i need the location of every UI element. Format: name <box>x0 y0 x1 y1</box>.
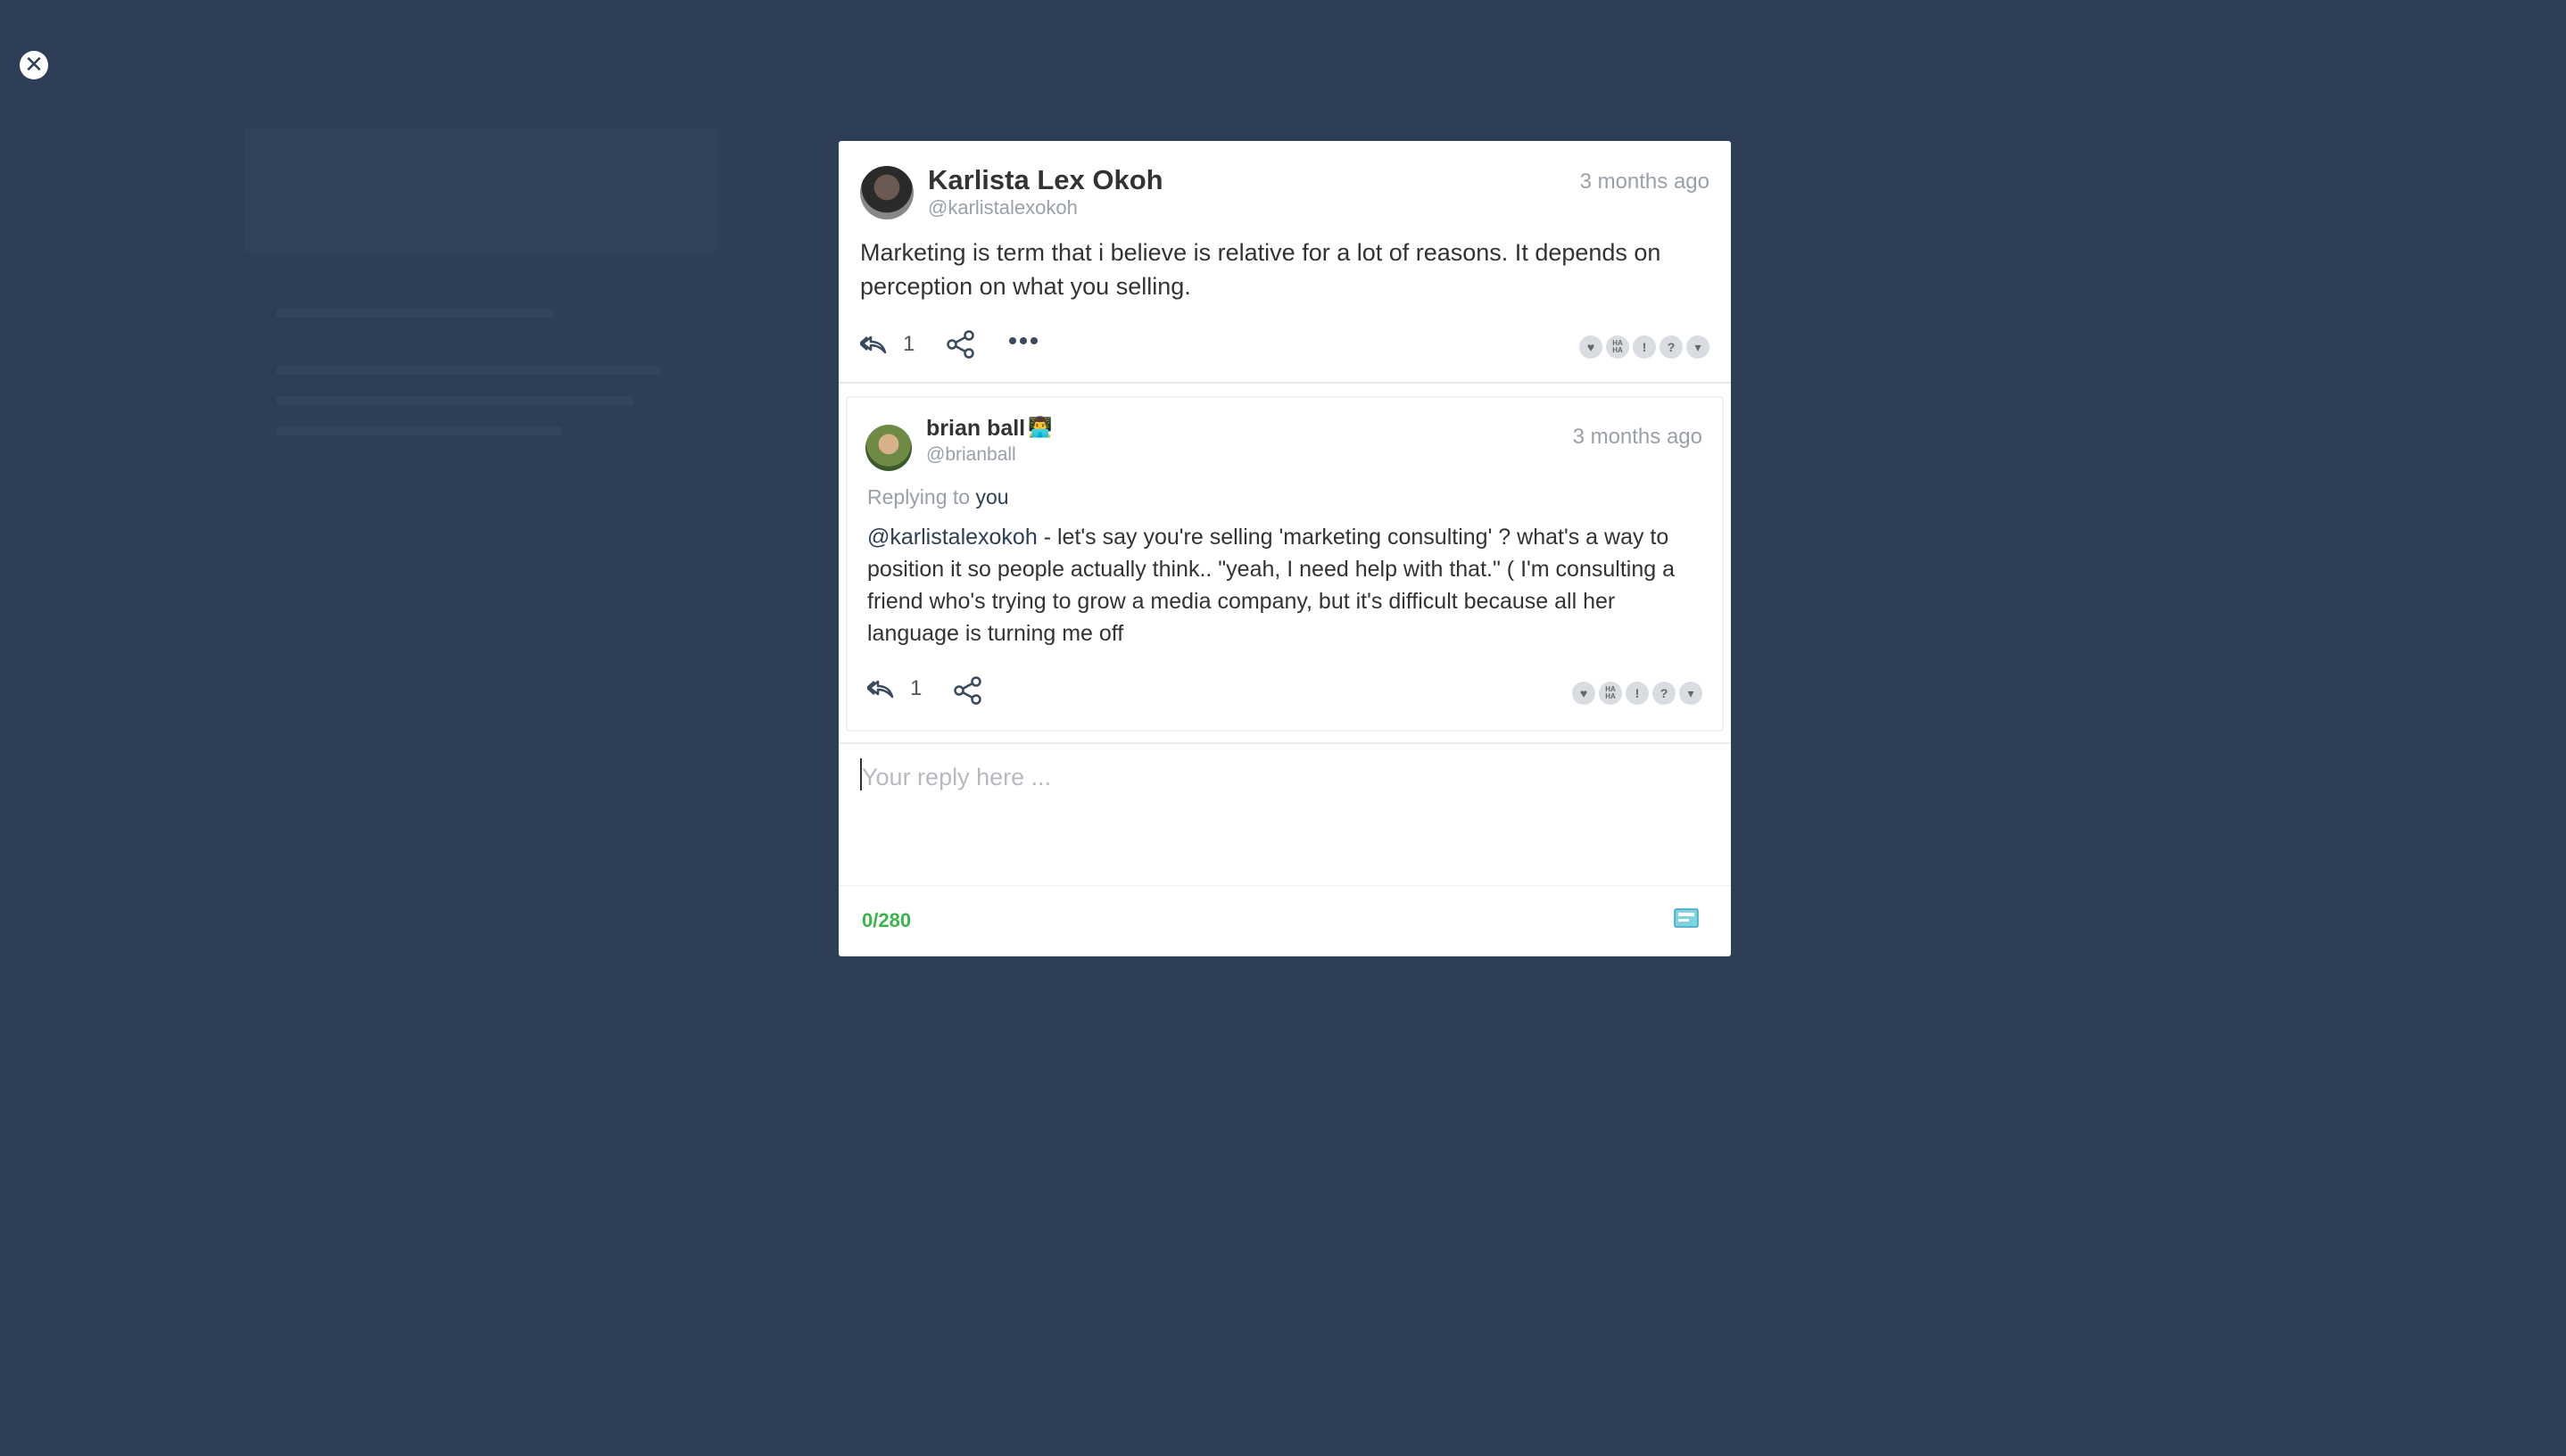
haha-reaction[interactable]: HA HA <box>1599 682 1622 705</box>
replying-to-line: Replying to you <box>867 485 1009 509</box>
text-caret <box>860 758 862 790</box>
reply-icon <box>867 680 894 699</box>
background-line <box>277 396 633 405</box>
reply-author-handle[interactable]: @brianball <box>926 444 1016 466</box>
image-attach-icon[interactable] <box>1674 907 1701 929</box>
question-icon[interactable]: ? <box>1652 682 1676 705</box>
replying-to-link[interactable]: you <box>975 485 1008 509</box>
haha-label: HA HA <box>1605 685 1616 700</box>
reply-body: @karlistalexokoh - let's say you're sell… <box>867 521 1711 649</box>
mention-link[interactable]: @karlistalexokoh <box>867 525 1038 550</box>
character-counter: 0/280 <box>862 909 912 931</box>
avatar[interactable] <box>865 425 912 471</box>
background-line <box>277 366 660 375</box>
close-button[interactable]: ✕ <box>20 51 48 79</box>
conversation-modal: Karlista Lex Okoh @karlistalexokoh 3 mon… <box>839 141 1731 956</box>
thumbs-down-icon[interactable]: ▾ <box>1686 335 1709 359</box>
reply-timestamp[interactable]: 3 months ago <box>1573 425 1702 450</box>
person-emoji-icon: 👨‍💻 <box>1028 416 1053 438</box>
close-icon: ✕ <box>24 52 44 79</box>
exclamation-icon[interactable]: ! <box>1626 682 1649 705</box>
reply-count: 1 <box>910 676 923 700</box>
post-author-name[interactable]: Karlista Lex Okoh <box>928 164 1163 196</box>
reply-author-name[interactable]: brian ball <box>926 416 1025 442</box>
reply-action[interactable]: 1 <box>860 332 915 357</box>
post-author-handle[interactable]: @karlistalexokoh <box>928 196 1078 219</box>
composer-footer: 0/280 <box>839 885 1731 956</box>
exclamation-icon[interactable]: ! <box>1633 335 1656 359</box>
reply-action[interactable]: 1 <box>867 676 922 701</box>
background-line <box>277 426 562 435</box>
post-body: Marketing is term that i believe is rela… <box>860 239 1661 300</box>
more-options-button[interactable] <box>1008 335 1039 346</box>
reply-count: 1 <box>903 332 915 356</box>
background-line <box>277 309 553 318</box>
haha-reaction[interactable]: HA HA <box>1606 335 1629 359</box>
reply-input[interactable] <box>860 762 1711 873</box>
avatar[interactable] <box>860 166 914 219</box>
post-timestamp[interactable]: 3 months ago <box>1580 170 1709 194</box>
reaction-bar: ♥ HA HA ! ? ▾ <box>1576 335 1709 359</box>
heart-icon[interactable]: ♥ <box>1579 335 1602 359</box>
share-icon <box>954 676 981 705</box>
share-action[interactable] <box>946 330 976 359</box>
heart-icon[interactable]: ♥ <box>1572 682 1595 705</box>
reply-icon <box>860 335 887 354</box>
background-card <box>244 128 717 252</box>
share-icon <box>947 330 974 359</box>
thumbs-down-icon[interactable]: ▾ <box>1679 682 1702 705</box>
reply-composer <box>839 742 1731 885</box>
reaction-bar: ♥ HA HA ! ? ▾ <box>1569 682 1702 705</box>
replying-prefix: Replying to <box>867 485 971 509</box>
ellipsis-icon <box>1009 337 1038 344</box>
haha-label: HA HA <box>1612 339 1623 354</box>
share-action[interactable] <box>953 676 983 705</box>
original-post: Karlista Lex Okoh @karlistalexokoh 3 mon… <box>839 141 1731 384</box>
question-icon[interactable]: ? <box>1660 335 1683 359</box>
